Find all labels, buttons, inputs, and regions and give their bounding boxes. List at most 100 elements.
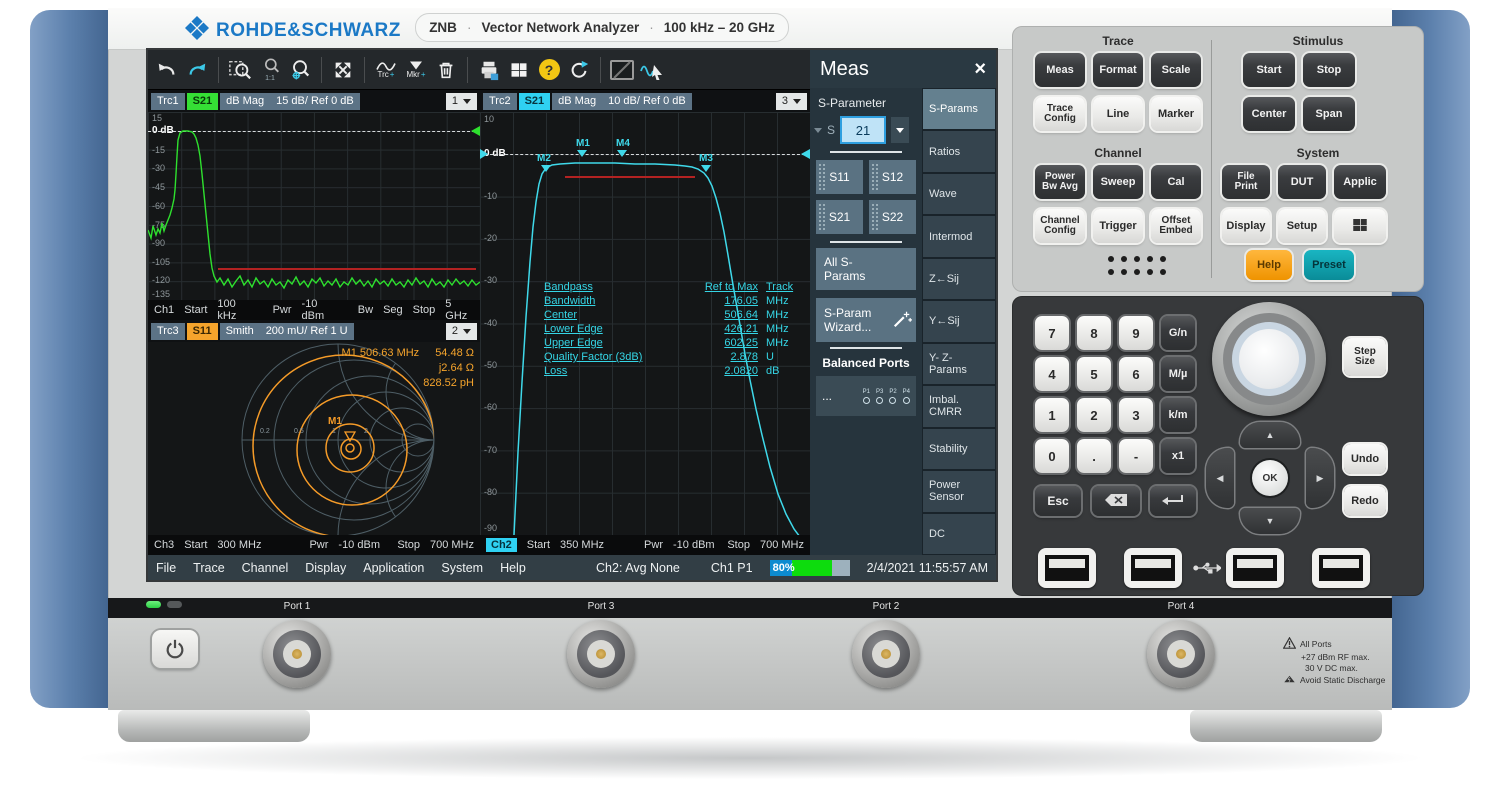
tab-stability[interactable]: Stability [923,429,995,469]
delete-icon[interactable] [431,54,461,86]
key-2[interactable]: 2 [1077,398,1111,432]
key-dot[interactable]: . [1077,439,1111,473]
redo-icon[interactable] [182,54,212,86]
tab-y-sij[interactable]: Y←Sij [923,301,995,341]
offset-embed-hardkey[interactable]: Offset Embed [1151,209,1201,243]
chevron-down-icon[interactable] [814,128,822,133]
file-print-hardkey[interactable]: File Print [1222,165,1270,199]
sparam-wizard-button[interactable]: S-Param Wizard... [816,298,916,342]
windows-hardkey[interactable] [1334,209,1386,243]
key-minus[interactable]: - [1119,439,1153,473]
menu-system[interactable]: System [441,561,483,575]
key-4[interactable]: 4 [1035,357,1069,391]
tab-yz-params[interactable]: Y- Z- Params [923,344,995,384]
trc3-name-chip[interactable]: Trc3 [151,323,185,340]
menu-help[interactable]: Help [500,561,526,575]
refresh-icon[interactable] [564,54,594,86]
key-5[interactable]: 5 [1077,357,1111,391]
s12-button[interactable]: S12 [869,160,916,194]
key-0[interactable]: 0 [1035,439,1069,473]
tab-imbal-cmrr[interactable]: Imbal. CMRR [923,386,995,426]
trigger-hardkey[interactable]: Trigger [1093,209,1143,243]
format-hardkey[interactable]: Format [1093,53,1143,87]
ok-key[interactable]: OK [1252,460,1288,496]
window-3-number-dropdown[interactable]: 3 [776,93,807,110]
close-icon[interactable]: × [974,58,986,81]
key-8[interactable]: 8 [1077,316,1111,350]
marker-hardkey[interactable]: Marker [1151,97,1201,131]
screenshot-icon[interactable] [607,54,637,86]
power-bw-avg-hardkey[interactable]: Power Bw Avg [1035,165,1085,199]
arrow-up-key[interactable]: ▲ [1240,422,1300,448]
tab-z-sij[interactable]: Z←Sij [923,259,995,299]
start-value[interactable]: 300 MHz [217,539,261,551]
trace-config-hardkey[interactable]: Trace Config [1035,97,1085,131]
touch-toggle-icon[interactable] [637,54,667,86]
tab-intermod[interactable]: Intermod [923,216,995,256]
span-hardkey[interactable]: Span [1303,97,1355,131]
key-km[interactable]: k/m [1161,398,1195,432]
menu-trace[interactable]: Trace [193,561,225,575]
key-6[interactable]: 6 [1119,357,1153,391]
add-marker-icon[interactable]: Mkr+ [401,54,431,86]
power-value[interactable]: -10 dBm [673,539,715,551]
s21-button[interactable]: S21 [816,200,863,234]
s11-button[interactable]: S11 [816,160,863,194]
power-value[interactable]: -10 dBm [302,298,340,322]
fullscreen-icon[interactable] [328,54,358,86]
line-hardkey[interactable]: Line [1093,97,1143,131]
sweep-hardkey[interactable]: Sweep [1093,165,1143,199]
add-trace-icon[interactable]: Trc+ [371,54,401,86]
stop-value[interactable]: 700 MHz [760,539,804,551]
tab-dc[interactable]: DC [923,514,995,554]
scale-hardkey[interactable]: Scale [1151,53,1201,87]
tab-ratios[interactable]: Ratios [923,131,995,171]
redo-hardkey[interactable]: Redo [1344,486,1386,516]
undo-icon[interactable] [152,54,182,86]
key-gn[interactable]: G/n [1161,316,1195,350]
trc2-param-chip[interactable]: S21 [519,93,551,110]
window-2-number-dropdown[interactable]: 2 [446,323,477,340]
dut-hardkey[interactable]: DUT [1278,165,1326,199]
step-size-hardkey[interactable]: Step Size [1344,338,1386,376]
trc1-format-chip[interactable]: dB Mag15 dB/ Ref 0 dB [220,93,360,110]
print-icon[interactable] [474,54,504,86]
power-button[interactable] [152,630,198,668]
trc1-name-chip[interactable]: Trc1 [151,93,185,110]
setup-hardkey[interactable]: Setup [1278,209,1326,243]
cal-hardkey[interactable]: Cal [1151,165,1201,199]
undo-hardkey[interactable]: Undo [1344,444,1386,474]
start-value[interactable]: 350 MHz [560,539,604,551]
rotary-knob[interactable] [1212,302,1326,416]
start-hardkey[interactable]: Start [1243,53,1295,87]
key-9[interactable]: 9 [1119,316,1153,350]
key-1[interactable]: 1 [1035,398,1069,432]
zoom-select-icon[interactable] [225,54,255,86]
key-7[interactable]: 7 [1035,316,1069,350]
tab-s-params[interactable]: S-Params [923,89,995,129]
tab-power-sensor[interactable]: Power Sensor [923,471,995,511]
menu-application[interactable]: Application [363,561,424,575]
balanced-ports-button[interactable]: ... P1 P3 P2 P4 [816,376,916,416]
channel-config-hardkey[interactable]: Channel Config [1035,209,1085,243]
active-channel-chip[interactable]: Ch2 [486,538,517,552]
trc2-format-chip[interactable]: dB Mag10 dB/ Ref 0 dB [552,93,692,110]
trc3-format-chip[interactable]: Smith200 mU/ Ref 1 U [220,323,354,340]
trc1-param-chip[interactable]: S21 [187,93,219,110]
stop-value[interactable]: 700 MHz [430,539,474,551]
dropdown-button[interactable] [891,117,909,143]
tab-wave[interactable]: Wave [923,174,995,214]
menu-channel[interactable]: Channel [242,561,289,575]
meas-hardkey[interactable]: Meas [1035,53,1085,87]
window-1-number-dropdown[interactable]: 1 [446,93,477,110]
esc-key[interactable]: Esc [1035,486,1081,516]
menu-file[interactable]: File [156,561,176,575]
key-3[interactable]: 3 [1119,398,1153,432]
windows-icon[interactable] [504,54,534,86]
help-hardkey[interactable]: Help [1246,250,1292,280]
enter-key[interactable] [1150,486,1196,516]
s-parameter-value-input[interactable]: 21 [840,116,886,144]
arrow-left-key[interactable]: ◀ [1206,448,1234,508]
menu-display[interactable]: Display [305,561,346,575]
zoom-1to1-icon[interactable]: 1:1 [255,54,285,86]
